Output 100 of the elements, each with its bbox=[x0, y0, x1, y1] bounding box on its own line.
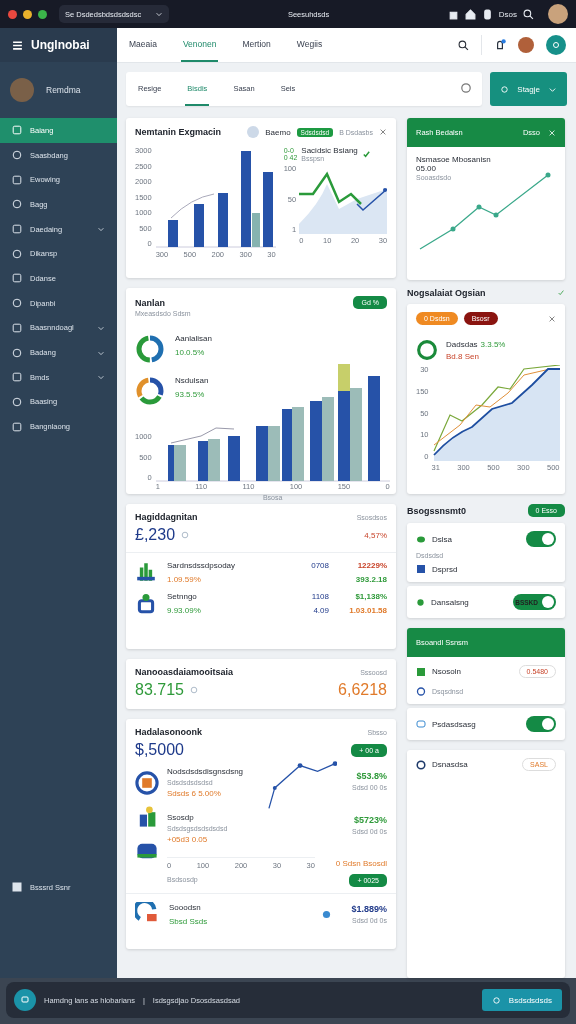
chat-icon bbox=[20, 995, 30, 1005]
chart-bar bbox=[281, 409, 294, 481]
chevron-icon bbox=[97, 373, 105, 382]
box-icon bbox=[135, 592, 157, 614]
maximize-window-button[interactable] bbox=[38, 9, 47, 19]
metric-value: 3.3.5% bbox=[480, 339, 506, 349]
nav-tab[interactable]: Venonen bbox=[180, 28, 219, 62]
metric-label: Nsmasoe Mbosanisn bbox=[416, 155, 491, 164]
square-icon bbox=[12, 372, 22, 383]
chat-button[interactable] bbox=[14, 989, 36, 1011]
circle-icon bbox=[12, 199, 22, 210]
card-title: Hadalasonoonk bbox=[135, 727, 202, 737]
chart-bar bbox=[217, 193, 228, 247]
bell-icon bbox=[494, 39, 506, 51]
circle-icon bbox=[12, 150, 22, 161]
holding-value: 1.09.59% bbox=[167, 575, 202, 584]
square-icon bbox=[12, 224, 22, 235]
toolbar-label[interactable]: Dsos bbox=[498, 9, 517, 19]
chart-bar bbox=[193, 204, 204, 247]
holding-count: 4.09 bbox=[313, 606, 329, 615]
line-chart-drawing bbox=[267, 761, 337, 811]
alert-text: 0 Sdsn Bsosdl bbox=[335, 859, 387, 868]
footer-button[interactable]: Bsdsdsdsds bbox=[481, 989, 562, 1011]
toggle-switch[interactable] bbox=[526, 716, 556, 732]
square-icon bbox=[12, 125, 22, 136]
worker-icon bbox=[135, 771, 159, 795]
summary-change: 6,6218 bbox=[338, 681, 387, 699]
stage-button[interactable]: Stagje bbox=[490, 72, 567, 106]
ring-icon bbox=[416, 339, 438, 361]
holding-count: 0708 bbox=[311, 561, 329, 570]
circle-icon bbox=[551, 40, 561, 50]
home-icon bbox=[464, 8, 476, 20]
setting-link[interactable]: Dsprsd bbox=[432, 564, 458, 574]
close-icon bbox=[548, 128, 556, 137]
item-name: Nodsdsdsdisgnsdsng bbox=[167, 767, 245, 776]
holding-change: $1,138% bbox=[355, 592, 387, 601]
holding-count: 1108 bbox=[311, 592, 329, 601]
circle-icon bbox=[12, 248, 22, 259]
circle-icon bbox=[491, 995, 501, 1005]
close-window-button[interactable] bbox=[8, 9, 17, 19]
chart-bar bbox=[255, 426, 268, 481]
circle-icon bbox=[12, 298, 22, 309]
donut-chart-icon bbox=[135, 376, 165, 406]
item-note: Sdsds 6 5.00% bbox=[167, 789, 222, 798]
check-icon bbox=[557, 289, 565, 297]
user-name: Remdma bbox=[46, 85, 81, 95]
metric-caption: Bd.8 Sen bbox=[446, 351, 480, 361]
circle-icon bbox=[12, 347, 22, 358]
chart-bar bbox=[227, 436, 240, 481]
nav-tab[interactable]: Maeaia bbox=[127, 28, 159, 62]
nav-tab[interactable]: Wegiis bbox=[294, 28, 325, 62]
item-value: $5723% bbox=[353, 815, 387, 825]
profile-button[interactable] bbox=[546, 35, 566, 55]
check-icon bbox=[361, 149, 371, 159]
chart-title: Sacidsic Bsiang bbox=[301, 146, 358, 155]
avatar[interactable] bbox=[548, 4, 568, 24]
toggle-switch[interactable] bbox=[526, 531, 556, 547]
trend-line bbox=[170, 427, 235, 444]
close-icon bbox=[548, 314, 556, 323]
search-icon bbox=[458, 39, 469, 51]
square-icon bbox=[12, 322, 22, 333]
card-title: Nemtanin Exgmacin bbox=[135, 127, 222, 137]
chat-icon bbox=[416, 719, 426, 729]
square-icon bbox=[12, 421, 22, 432]
item-note: +05d3 0.05 bbox=[167, 835, 209, 844]
card-title: Nanooasdaiamooitsaia bbox=[135, 667, 234, 677]
toggle-knob[interactable] bbox=[247, 126, 260, 138]
search-icon bbox=[523, 8, 534, 20]
card-title: Hagiddagnitan bbox=[135, 512, 198, 522]
avatar[interactable] bbox=[518, 37, 534, 53]
metric-label: Dadsdas bbox=[446, 339, 478, 349]
total-value: $,5000 bbox=[135, 741, 184, 759]
change-value: 4,57% bbox=[364, 530, 387, 540]
section-title: Nogsalaiat Ogsian bbox=[407, 288, 486, 298]
donut-value: 93.5.5% bbox=[175, 390, 206, 399]
holding-change: 1.03.01.58 bbox=[349, 606, 387, 615]
donut-chart-icon bbox=[135, 334, 165, 364]
data-point bbox=[476, 204, 482, 210]
chevron-icon bbox=[97, 225, 105, 234]
checkbox-icon bbox=[12, 882, 22, 892]
holding-change: 393.2.18 bbox=[355, 575, 387, 584]
setting-name: Dansalsng bbox=[431, 597, 469, 607]
metric-value: 05.00 bbox=[416, 164, 437, 173]
nav-tab[interactable]: Mertion bbox=[240, 28, 273, 62]
chart-bar bbox=[167, 220, 178, 247]
status-name: Psdasdsasg bbox=[432, 719, 476, 729]
filter-label: Baemo bbox=[265, 127, 291, 137]
holding-name: Sardnsdssdpsoday bbox=[167, 561, 236, 570]
item-name: Sooodsn bbox=[169, 902, 202, 912]
holding-name: Setnngo bbox=[167, 592, 198, 601]
data-point bbox=[545, 172, 551, 178]
circle-icon bbox=[500, 84, 510, 94]
item-name: Ssosdp bbox=[167, 813, 195, 822]
status-name: Dsnasdsa bbox=[432, 760, 468, 769]
trend-line bbox=[170, 193, 215, 219]
minimize-window-button[interactable] bbox=[23, 9, 32, 19]
data-point bbox=[493, 212, 499, 218]
data-point bbox=[383, 188, 388, 192]
donut-value: 10.0.5% bbox=[175, 348, 206, 357]
holding-value: 9.93.09% bbox=[167, 606, 201, 615]
